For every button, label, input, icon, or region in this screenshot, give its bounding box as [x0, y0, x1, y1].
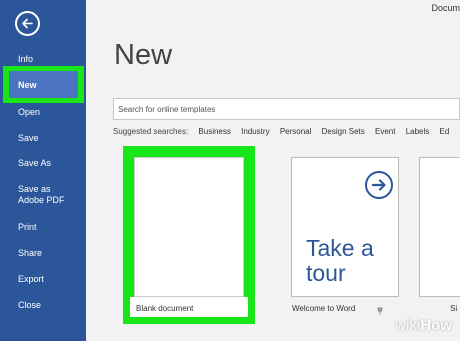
window-title: Docum	[431, 3, 460, 13]
sidebar-item-export[interactable]: Export	[18, 274, 44, 285]
sidebar-item-open[interactable]: Open	[18, 107, 40, 118]
back-arrow-icon[interactable]	[15, 11, 40, 36]
third-template[interactable]	[419, 157, 460, 297]
sidebar-item-close[interactable]: Close	[18, 300, 41, 311]
wikihow-watermark: wikiHow	[395, 317, 452, 334]
blank-document-template[interactable]	[134, 157, 244, 297]
search-box[interactable]	[113, 98, 460, 120]
sidebar-item-info[interactable]: Info	[18, 54, 33, 65]
suggested-link-ed[interactable]: Ed	[440, 127, 450, 136]
search-input[interactable]	[118, 102, 448, 116]
main-panel: Docum New Suggested searches: Business I…	[86, 0, 460, 341]
watermark-wiki: wiki	[395, 317, 421, 334]
sidebar-item-save-as-adobe-pdf[interactable]: Save as Adobe PDF	[18, 184, 78, 206]
third-template-label: Si	[450, 304, 458, 313]
suggested-searches-label: Suggested searches:	[113, 127, 189, 136]
welcome-to-word-template[interactable]: Take a tour	[291, 157, 399, 297]
suggested-searches: Suggested searches: Business Industry Pe…	[113, 127, 457, 136]
sidebar-item-share[interactable]: Share	[18, 248, 42, 259]
suggested-link-industry[interactable]: Industry	[241, 127, 269, 136]
suggested-link-event[interactable]: Event	[375, 127, 395, 136]
suggested-link-labels[interactable]: Labels	[406, 127, 430, 136]
watermark-how: How	[420, 317, 452, 334]
sidebar-item-save[interactable]: Save	[18, 133, 39, 144]
forward-arrow-icon	[365, 171, 393, 199]
word-backstage: Info New Open Save Save As Save as Adobe…	[0, 0, 460, 341]
sidebar-item-print[interactable]: Print	[18, 222, 37, 233]
sidebar-item-save-as[interactable]: Save As	[18, 158, 51, 169]
suggested-link-personal[interactable]: Personal	[280, 127, 312, 136]
page-title: New	[114, 39, 173, 71]
sidebar: Info New Open Save Save As Save as Adobe…	[0, 0, 86, 341]
suggested-link-business[interactable]: Business	[198, 127, 230, 136]
take-a-tour-text: Take a tour	[306, 235, 374, 286]
blank-document-label: Blank document	[136, 304, 194, 313]
pin-icon[interactable]	[376, 307, 384, 315]
welcome-to-word-label: Welcome to Word	[292, 304, 356, 313]
sidebar-item-new-label: New	[18, 80, 37, 90]
suggested-link-design-sets[interactable]: Design Sets	[322, 127, 365, 136]
